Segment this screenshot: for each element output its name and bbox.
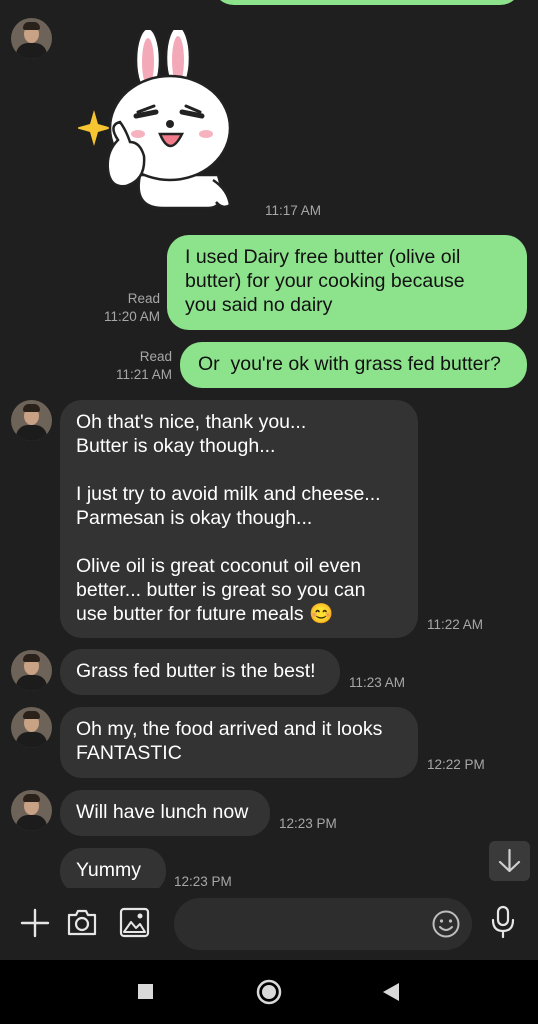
message-input[interactable] [174,898,472,950]
incoming-message[interactable]: Will have lunch now [60,790,270,836]
microphone-icon[interactable] [489,905,517,939]
image-icon[interactable] [119,907,150,938]
back-icon[interactable] [381,982,401,1002]
timestamp: 11:23 AM [349,675,406,690]
incoming-message[interactable]: Oh my, the food arrived and it looks FAN… [60,707,418,778]
message-toolbar [0,888,538,960]
avatar[interactable] [11,650,52,691]
read-status: Read [127,291,160,306]
avatar[interactable] [11,707,52,748]
recents-icon[interactable] [138,984,153,999]
arrow-down-icon [498,848,521,873]
home-icon[interactable] [255,978,283,1006]
timestamp: 12:23 PM [174,874,232,888]
avatar[interactable] [11,18,52,59]
incoming-message[interactable]: Oh that's nice, thank you... Butter is o… [60,400,418,638]
incoming-message[interactable]: Yummy [60,848,166,888]
plus-icon[interactable] [20,908,50,938]
read-receipt: Read 11:20 AM [96,290,160,326]
emoji-icon[interactable] [431,909,461,939]
timestamp: 11:17 AM [265,203,322,218]
timestamp: 11:20 AM [103,309,160,324]
system-navigation-bar [0,960,538,1024]
outgoing-message[interactable]: I used Dairy free butter (olive oil butt… [167,235,527,330]
timestamp: 12:23 PM [279,816,337,831]
timestamp: 12:22 PM [427,757,485,772]
outgoing-message[interactable]: Or you're ok with grass fed butter? [180,342,527,388]
bunny-sticker[interactable] [78,30,238,215]
read-receipt: Read 11:21 AM [108,348,172,384]
read-status: Read [139,349,172,364]
partial-outgoing-bubble [212,0,522,5]
timestamp: 11:21 AM [115,367,172,382]
avatar[interactable] [11,790,52,831]
camera-icon[interactable] [66,906,98,938]
avatar[interactable] [11,400,52,441]
chat-area[interactable]: 11:17 AM Read 11:20 AM I used Dairy free… [0,0,538,888]
timestamp: 11:22 AM [427,617,484,632]
incoming-message[interactable]: Grass fed butter is the best! [60,649,340,695]
scroll-to-bottom-button[interactable] [489,841,530,881]
